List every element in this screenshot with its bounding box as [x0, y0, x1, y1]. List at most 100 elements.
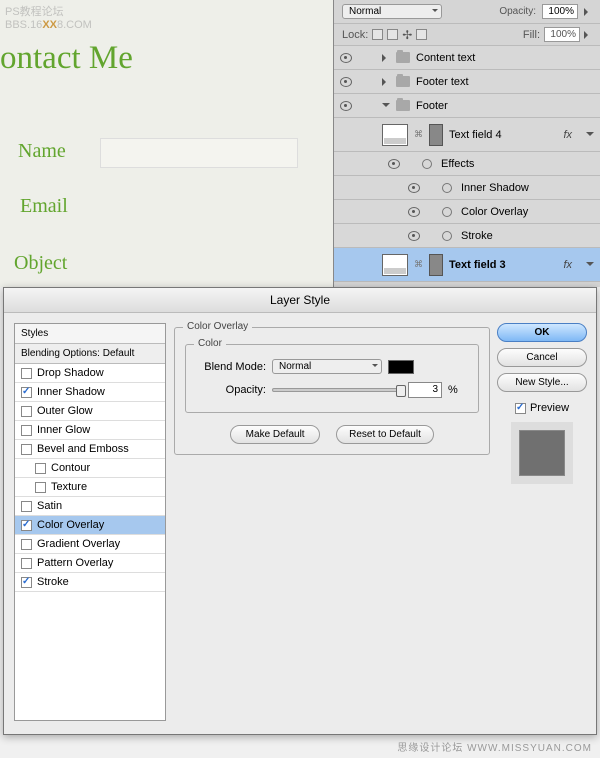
collapse-icon[interactable]: [382, 103, 390, 111]
opacity-arrow-icon[interactable]: [584, 8, 592, 16]
blend-row: Normal Opacity: 100%: [334, 0, 600, 24]
dialog-buttons: OK Cancel New Style... Preview: [498, 323, 586, 721]
layers-panel: Normal Opacity: 100% Lock: ✢ Fill: 100% …: [333, 0, 600, 287]
blend-mode-select[interactable]: Normal: [342, 4, 442, 19]
checkbox-icon[interactable]: [515, 403, 526, 414]
footer-watermark: 思缘设计论坛 WWW.MISSYUAN.COM: [397, 739, 592, 754]
ok-button[interactable]: OK: [497, 323, 587, 342]
style-item-inner-glow[interactable]: Inner Glow: [15, 421, 165, 440]
opacity-value[interactable]: 100%: [542, 4, 578, 19]
style-label: Outer Glow: [37, 405, 93, 417]
opacity-input[interactable]: 3: [408, 382, 442, 398]
opacity-slider[interactable]: [272, 388, 402, 392]
style-item-inner-shadow[interactable]: Inner Shadow: [15, 383, 165, 402]
visibility-icon[interactable]: [340, 77, 352, 87]
checkbox-icon[interactable]: [21, 520, 32, 531]
style-item-color-overlay[interactable]: Color Overlay: [15, 516, 165, 535]
layer-group-row[interactable]: Footer: [334, 94, 600, 118]
style-item-outer-glow[interactable]: Outer Glow: [15, 402, 165, 421]
link-icon: ⌘: [414, 259, 423, 270]
visibility-icon[interactable]: [340, 53, 352, 63]
blend-mode-select[interactable]: Normal: [272, 359, 382, 374]
blend-mode-label: Blend Mode:: [196, 361, 266, 373]
label-object: Object: [14, 252, 67, 275]
opacity-label: Opacity:: [499, 6, 536, 17]
lock-move-icon[interactable]: ✢: [402, 28, 412, 42]
visibility-icon[interactable]: [340, 101, 352, 111]
checkbox-icon[interactable]: [35, 482, 46, 493]
lock-pixels-icon[interactable]: [387, 29, 398, 40]
style-item-texture[interactable]: Texture: [15, 478, 165, 497]
effect-item[interactable]: Color Overlay: [334, 200, 600, 224]
checkbox-icon[interactable]: [21, 558, 32, 569]
style-label: Satin: [37, 500, 62, 512]
reset-default-button[interactable]: Reset to Default: [336, 425, 434, 444]
opacity-label: Opacity:: [196, 384, 266, 396]
layer-group-row[interactable]: Footer text: [334, 70, 600, 94]
visibility-icon[interactable]: [408, 231, 420, 241]
visibility-icon[interactable]: [408, 207, 420, 217]
layer-name: Text field 4: [449, 129, 502, 141]
mask-thumb-icon: [429, 254, 443, 276]
styles-header[interactable]: Styles: [15, 324, 165, 344]
blending-options[interactable]: Blending Options: Default: [15, 344, 165, 364]
name-input[interactable]: [100, 138, 298, 168]
fx-expand-icon[interactable]: [586, 132, 594, 140]
lock-all-icon[interactable]: [416, 29, 427, 40]
watermark-line2: BBS.16XX8.COM: [5, 19, 92, 31]
preview-toggle[interactable]: Preview: [515, 402, 569, 414]
style-label: Texture: [51, 481, 87, 493]
visibility-icon[interactable]: [408, 183, 420, 193]
pct-label: %: [448, 384, 458, 396]
checkbox-icon[interactable]: [21, 444, 32, 455]
checkbox-icon[interactable]: [21, 501, 32, 512]
style-item-bevel-and-emboss[interactable]: Bevel and Emboss: [15, 440, 165, 459]
fill-value[interactable]: 100%: [544, 27, 580, 42]
fx-badge[interactable]: fx: [563, 129, 580, 141]
layer-group-row[interactable]: Content text: [334, 46, 600, 70]
checkbox-icon[interactable]: [21, 406, 32, 417]
color-swatch[interactable]: [388, 360, 414, 374]
style-item-stroke[interactable]: Stroke: [15, 573, 165, 592]
opacity-row: Opacity: 3 %: [196, 378, 468, 402]
checkbox-icon[interactable]: [35, 463, 46, 474]
layer-row[interactable]: ⌘Text field 4fx: [334, 118, 600, 152]
fill-arrow-icon[interactable]: [584, 31, 592, 39]
expand-icon[interactable]: [382, 54, 390, 62]
effect-item[interactable]: Stroke: [334, 224, 600, 248]
group-legend: Color Overlay: [183, 321, 252, 332]
color-group: Color Blend Mode: Normal Opacity: 3 %: [185, 344, 479, 413]
checkbox-icon[interactable]: [21, 425, 32, 436]
style-label: Inner Shadow: [37, 386, 105, 398]
fx-expand-icon[interactable]: [586, 262, 594, 270]
mask-thumb-icon: [429, 124, 443, 146]
fx-icon: [442, 183, 452, 193]
cancel-button[interactable]: Cancel: [497, 348, 587, 367]
checkbox-icon[interactable]: [21, 577, 32, 588]
fx-icon: [422, 159, 432, 169]
lock-row: Lock: ✢ Fill: 100%: [334, 24, 600, 46]
make-default-button[interactable]: Make Default: [230, 425, 320, 444]
expand-icon[interactable]: [382, 78, 390, 86]
lock-transparency-icon[interactable]: [372, 29, 383, 40]
style-item-drop-shadow[interactable]: Drop Shadow: [15, 364, 165, 383]
fx-badge[interactable]: fx: [563, 259, 580, 271]
document-canvas: PS教程论坛 BBS.16XX8.COM ontact Me Name Emai…: [0, 0, 333, 287]
style-label: Gradient Overlay: [37, 538, 120, 550]
effects-row[interactable]: Effects: [334, 152, 600, 176]
blend-mode-row: Blend Mode: Normal: [196, 355, 468, 378]
style-item-contour[interactable]: Contour: [15, 459, 165, 478]
visibility-icon[interactable]: [388, 159, 400, 169]
layer-name: Footer: [416, 100, 448, 112]
style-item-gradient-overlay[interactable]: Gradient Overlay: [15, 535, 165, 554]
checkbox-icon[interactable]: [21, 539, 32, 550]
checkbox-icon[interactable]: [21, 387, 32, 398]
new-style-button[interactable]: New Style...: [497, 373, 587, 392]
style-item-pattern-overlay[interactable]: Pattern Overlay: [15, 554, 165, 573]
dialog-title: Layer Style: [4, 288, 596, 313]
effect-item[interactable]: Inner Shadow: [334, 176, 600, 200]
slider-thumb[interactable]: [396, 385, 406, 397]
layer-row-selected[interactable]: ⌘Text field 3fx: [334, 248, 600, 282]
checkbox-icon[interactable]: [21, 368, 32, 379]
style-item-satin[interactable]: Satin: [15, 497, 165, 516]
